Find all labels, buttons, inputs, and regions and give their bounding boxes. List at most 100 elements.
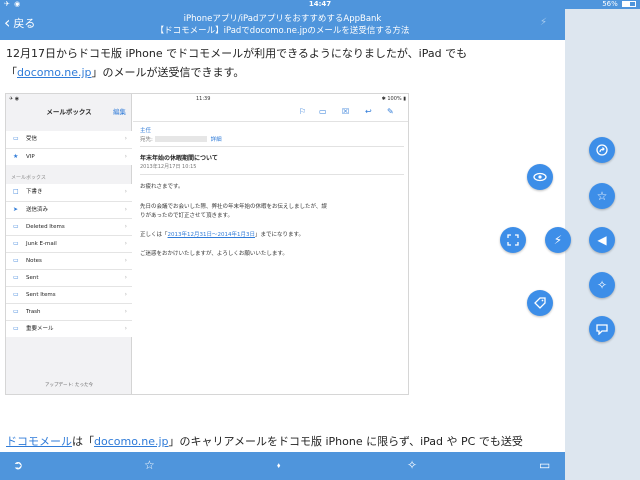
screenshot-battery: ✱ 100% ▮: [381, 96, 406, 102]
tag-icon[interactable]: [527, 290, 553, 316]
share-icon[interactable]: [589, 137, 615, 163]
body-text: 」までになります。: [255, 232, 304, 238]
mailbox-row-sent-items: ▭ Sent Items ›: [6, 286, 132, 303]
mailbox-label: 受信: [26, 136, 38, 142]
inbox-icon: ▭: [13, 135, 19, 142]
bracket-text: 「: [6, 66, 17, 79]
mailbox-label: Junk E-mail: [26, 241, 57, 247]
star-icon[interactable]: ☆: [144, 458, 155, 472]
tag-icon[interactable]: ⬪: [277, 458, 280, 473]
eye-icon[interactable]: [527, 164, 553, 190]
mailbox-row-deleted-items: ▭ Deleted Items ›: [6, 218, 132, 235]
paragraph-text: は「: [72, 435, 94, 448]
back-button[interactable]: ‹ 戻る: [4, 15, 35, 31]
divider: [140, 146, 404, 147]
mailboxes-title: メールボックス: [46, 108, 92, 116]
battery-percent: 56%: [602, 0, 618, 8]
redacted-address: [154, 136, 207, 142]
chevron-right-icon: ›: [124, 206, 127, 213]
mailbox-row-sent: ▭ Sent ›: [6, 269, 132, 286]
battery-indicator: 56%: [602, 0, 636, 8]
mailbox-folder-group: □ 下書き › ➤ 送信済み › ▭ Deleted Items › ▭ Junk E-mai…: [6, 184, 132, 337]
status-bar: ✈ ◉ 14:47 56%: [0, 0, 640, 9]
screenshot-signal: ✈ ◉: [9, 96, 20, 102]
chevron-right-icon: ›: [124, 257, 127, 264]
compose-icon: ✎: [387, 107, 394, 116]
reply-icon: ↩: [365, 107, 372, 116]
mailboxes-header: メールボックス 編集: [6, 103, 132, 122]
folder-icon: ▭: [13, 240, 19, 247]
mailbox-top-group: ▭ 受信 › ★ VIP ›: [6, 131, 132, 165]
mailbox-row-trash: ▭ Trash ›: [6, 303, 132, 320]
mailbox-label: VIP: [26, 154, 35, 160]
paragraph-line: 12月17日からドコモ版 iPhone でドコモメールが利用できるようになりまし…: [6, 47, 468, 60]
chevron-left-icon: ‹: [4, 13, 11, 32]
screenshot-time: 11:39: [196, 96, 211, 102]
chevron-right-icon: ›: [124, 153, 127, 160]
folder-icon: ▭: [319, 107, 327, 116]
page-title: iPhoneアプリ/iPadアプリをおすすめするAppBank 【ドコモメール】…: [60, 13, 505, 37]
mailbox-row-sent-jp: ➤ 送信済み ›: [6, 201, 132, 218]
update-status: アップデート: たった今: [45, 383, 93, 388]
folder-icon: ▭: [13, 291, 19, 298]
paragraph-text: 」のメールが送受信できます。: [91, 66, 245, 79]
chevron-right-icon: ›: [124, 308, 127, 315]
status-time: 14:47: [308, 0, 332, 8]
docomo-link[interactable]: docomo.ne.jp: [17, 66, 92, 79]
mailbox-row-inbox: ▭ 受信 ›: [6, 131, 132, 148]
mail-subject: 年末年始の休暇期間について: [140, 155, 218, 162]
mailbox-section-label: メールボックス: [11, 175, 46, 181]
pin-icon[interactable]: ✧: [407, 458, 417, 472]
body-text: 正しくは「: [140, 232, 168, 238]
nav-bar: ‹ 戻る iPhoneアプリ/iPadアプリをおすすめするAppBank 【ドコ…: [0, 9, 565, 40]
comment-icon[interactable]: [589, 316, 615, 342]
site-title: iPhoneアプリ/iPadアプリをおすすめするAppBank: [183, 14, 382, 24]
mailbox-label: Sent: [26, 275, 39, 281]
paragraph-line: 「docomo.ne.jp」のメールが送受信できます。: [6, 63, 558, 82]
sent-icon: ➤: [13, 206, 19, 213]
mail-recipient: 宛先: 詳細: [140, 135, 222, 143]
mail-body-line: お疲れさまです。: [140, 184, 184, 190]
mail-sender: 主任: [140, 128, 152, 134]
comment-icon[interactable]: ▭: [539, 458, 550, 472]
mail-toolbar: ⚐ ▭ ☒ ↩ ✎: [133, 103, 408, 122]
share-icon[interactable]: ➲: [13, 458, 23, 472]
mail-body-line: 先日の会議でお会いした際、弊社の年末年始の休暇をお伝えしましたが、誤: [140, 204, 327, 210]
folder-icon: ▭: [13, 223, 19, 230]
chevron-right-icon: ›: [124, 188, 127, 195]
mailbox-sidebar: メールボックス 編集 ▭ 受信 › ★ VIP › メールボックス □ 下書き › …: [6, 94, 132, 394]
mail-app-screenshot: メールボックス 編集 ▭ 受信 › ★ VIP › メールボックス □ 下書き › …: [5, 93, 409, 395]
flag-icon: ⚐: [299, 107, 307, 116]
chevron-right-icon: ›: [124, 240, 127, 247]
expand-icon[interactable]: [500, 227, 526, 253]
star-icon[interactable]: ☆: [589, 183, 615, 209]
folder-icon: ▭: [13, 274, 19, 281]
mail-body-line: りがあったので訂正させて頂きます。: [140, 213, 233, 219]
mailbox-row-vip: ★ VIP ›: [6, 148, 132, 165]
bottom-toolbar: ➲ ☆ ⬪ ✧ ▭: [0, 452, 565, 480]
article-paragraph: ドコモメールは「docomo.ne.jp」のキャリアメールをドコモ版 iPhon…: [6, 432, 558, 451]
lightning-icon[interactable]: ⚡: [545, 227, 571, 253]
divider: [140, 174, 404, 175]
mailbox-label: 重要メール: [26, 326, 54, 332]
mailbox-row-notes: ▭ Notes ›: [6, 252, 132, 269]
mailbox-label: Sent Items: [26, 292, 56, 298]
docomo-link[interactable]: docomo.ne.jp: [94, 435, 169, 448]
mailbox-label: Notes: [26, 258, 42, 264]
mailbox-label: 下書き: [26, 189, 43, 195]
mail-body-line: ご迷惑をおかけいたしますが、よろしくお願いいたします。: [140, 251, 288, 257]
triangle-left-icon[interactable]: ◀: [589, 227, 615, 253]
mailbox-label: Trash: [26, 309, 41, 315]
lightning-icon[interactable]: ⚡: [540, 17, 547, 28]
article-paragraph: 12月17日からドコモ版 iPhone でドコモメールが利用できるようになりまし…: [6, 44, 558, 82]
to-label: 宛先:: [140, 137, 153, 143]
date-range-link: 2013年12月31日〜2014年1月3日: [167, 232, 256, 238]
trash-icon: ☒: [342, 107, 350, 116]
screenshot-status-bar: ✈ ◉ 11:39 ✱ 100% ▮: [6, 94, 408, 103]
docomo-mail-link[interactable]: ドコモメール: [6, 435, 72, 448]
star-icon: ★: [13, 153, 19, 160]
mail-date: 2013年12月17日 10:15: [140, 164, 197, 170]
folder-icon: ▭: [13, 308, 19, 315]
pin-icon[interactable]: ✧: [589, 272, 615, 298]
mailbox-label: 送信済み: [26, 207, 49, 213]
